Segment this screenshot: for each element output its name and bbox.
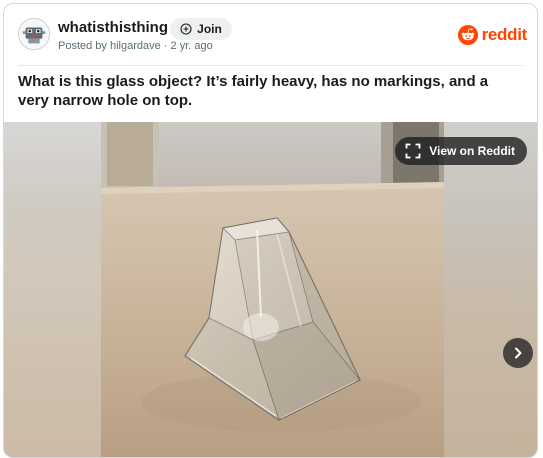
meta-separator: ·	[163, 40, 168, 52]
subreddit-name[interactable]: whatisthisthing	[58, 19, 168, 36]
posted-by[interactable]: Posted by hilgardave	[58, 40, 161, 52]
plus-circle-icon	[180, 23, 192, 35]
post-media[interactable]: View on Reddit	[4, 122, 537, 457]
subreddit-avatar-icon[interactable]	[18, 18, 50, 50]
next-image-button[interactable]	[503, 338, 533, 368]
reddit-snoo-icon	[457, 25, 478, 45]
reddit-wordmark: reddit	[481, 25, 528, 44]
media-backdrop-left	[4, 122, 101, 457]
post-image[interactable]	[101, 122, 444, 457]
header-divider	[18, 65, 523, 66]
post-title[interactable]: What is this glass object? It’s fairly h…	[18, 72, 523, 110]
join-label: Join	[197, 22, 222, 36]
embedded-post-card: whatisthisthing Join Posted by hilgardav…	[3, 3, 538, 458]
media-backdrop-right	[443, 122, 537, 457]
expand-icon	[405, 143, 421, 159]
post-meta: Posted by hilgardave · 2 yr. ago	[58, 40, 213, 52]
glass-object-photo	[101, 122, 444, 457]
chevron-right-icon	[511, 346, 525, 360]
join-button[interactable]: Join	[170, 18, 232, 40]
view-on-reddit-button[interactable]: View on Reddit	[395, 137, 527, 165]
view-on-reddit-label: View on Reddit	[429, 144, 515, 158]
post-age: 2 yr. ago	[170, 40, 213, 52]
reddit-logo[interactable]: reddit	[457, 24, 528, 46]
post-header: whatisthisthing Join Posted by hilgardav…	[4, 4, 537, 64]
